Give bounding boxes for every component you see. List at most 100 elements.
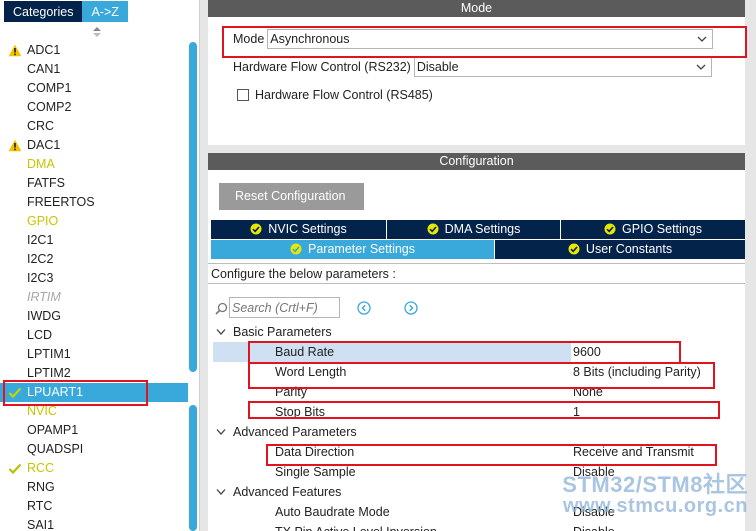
chevron-down-icon [697,36,707,42]
peripheral-item-fatfs[interactable]: FATFS [0,174,188,193]
flow-rs232-select[interactable]: Disable [413,57,712,77]
peripheral-item-comp2[interactable]: COMP2 [0,98,188,117]
group-label: Basic Parameters [233,325,332,339]
peripheral-item-irtim[interactable]: IRTIM [0,288,188,307]
param-row-word-length[interactable]: Word Length 8 Bits (including Parity) [213,362,745,382]
peripheral-label: ADC1 [27,43,61,57]
param-name: Baud Rate [275,345,335,359]
peripheral-item-rcc[interactable]: RCC [0,459,188,478]
param-value[interactable]: Disable [573,522,615,531]
peripheral-item-gpio[interactable]: GPIO [0,212,188,231]
peripheral-item-dma[interactable]: DMA [0,155,188,174]
param-value[interactable]: 1 [573,402,580,422]
param-value[interactable]: None [573,382,603,402]
group-label: Advanced Features [233,485,342,499]
param-row-tx-pin-active-level-inversion[interactable]: TX Pin Active Level Inversion Disable [213,522,745,531]
previous-result-icon[interactable] [357,301,371,315]
param-row-parity[interactable]: Parity None [213,382,745,402]
collapse-chevron-icon[interactable] [216,428,226,436]
param-row-data-direction[interactable]: Data Direction Receive and Transmit [213,442,745,462]
list-scrollbar-lower[interactable] [189,405,197,531]
tab-gpio-label: GPIO Settings [622,222,702,236]
peripheral-item-comp1[interactable]: COMP1 [0,79,188,98]
flow-rs232-value: Disable [416,60,459,74]
peripheral-item-lptim1[interactable]: LPTIM1 [0,345,188,364]
peripheral-item-rng[interactable]: RNG [0,478,188,497]
chevron-down-icon [696,64,706,70]
peripheral-item-i2c3[interactable]: I2C3 [0,269,188,288]
check-circle-icon [250,223,262,235]
tab-nvic-settings[interactable]: NVIC Settings [211,220,386,239]
flow-rs485-label: Hardware Flow Control (RS485) [255,88,433,102]
param-name: TX Pin Active Level Inversion [275,522,437,531]
peripheral-label: RNG [27,480,55,494]
search-input[interactable] [229,297,340,318]
peripheral-label: I2C2 [27,252,54,266]
param-value[interactable]: 8 Bits (including Parity) [573,362,701,382]
configuration-header: Configuration [208,153,745,170]
warning-icon [8,139,22,152]
peripheral-item-lcd[interactable]: LCD [0,326,188,345]
flow-rs232-label: Hardware Flow Control (RS232) [233,60,411,74]
reset-configuration-button[interactable]: Reset Configuration [219,183,364,210]
param-value[interactable]: Receive and Transmit [573,442,694,462]
param-row-stop-bits[interactable]: Stop Bits 1 [213,402,745,422]
peripheral-item-lpuart1[interactable]: LPUART1 [0,383,188,402]
peripheral-label: COMP1 [27,81,72,95]
mode-label: Mode [233,32,265,46]
tab-nvic-label: NVIC Settings [268,222,347,236]
peripheral-list: ADC1 CAN1 COMP1 COMP2 CRC DAC1 DMA FATFS FREERTO… [0,41,188,531]
flow-rs485-checkbox[interactable] [237,89,249,101]
param-name: Parity [275,385,307,399]
peripheral-item-quadspi[interactable]: QUADSPI [0,440,188,459]
peripheral-label: CAN1 [27,62,61,76]
tab-dma-settings[interactable]: DMA Settings [387,220,560,239]
peripheral-item-iwdg[interactable]: IWDG [0,307,188,326]
param-name: Word Length [275,365,347,379]
tab-a-to-z[interactable]: A->Z [82,1,128,22]
peripheral-label: SAI1 [27,518,55,531]
tab-user-constants[interactable]: User Constants [495,240,745,259]
tab-gpio-settings[interactable]: GPIO Settings [561,220,745,239]
sort-arrows-icon[interactable] [92,26,102,38]
peripheral-label: DMA [27,157,55,171]
peripheral-item-i2c1[interactable]: I2C1 [0,231,188,250]
peripheral-item-can1[interactable]: CAN1 [0,60,188,79]
peripheral-panel: Categories A->Z ADC1 CAN1 COMP1 COMP2 CRC DAC… [0,0,200,531]
peripheral-label: COMP2 [27,100,72,114]
peripheral-item-opamp1[interactable]: OPAMP1 [0,421,188,440]
peripheral-item-i2c2[interactable]: I2C2 [0,250,188,269]
tab-user-constants-label: User Constants [585,242,673,256]
next-result-icon[interactable] [404,301,418,315]
peripheral-item-rtc[interactable]: RTC [0,497,188,516]
search-icon [215,302,228,315]
check-circle-icon [290,243,302,255]
mode-panel: Mode Mode Asynchronous Hardware Flow Con… [208,0,745,145]
param-row-baud-rate[interactable]: Baud Rate 9600 [213,342,745,362]
collapse-chevron-icon[interactable] [216,488,226,496]
peripheral-item-nvic[interactable]: NVIC [0,402,188,421]
peripheral-item-dac1[interactable]: DAC1 [0,136,188,155]
mode-select[interactable]: Asynchronous [267,29,714,49]
peripheral-item-adc1[interactable]: ADC1 [0,41,188,60]
param-value[interactable]: 9600 [571,342,745,362]
peripheral-item-lptim2[interactable]: LPTIM2 [0,364,188,383]
peripheral-label: CRC [27,119,55,133]
tab-categories[interactable]: Categories [4,1,83,22]
peripheral-item-freertos[interactable]: FREERTOS [0,193,188,212]
check-circle-icon [568,243,580,255]
peripheral-label: QUADSPI [27,442,84,456]
flow-rs232-row: Hardware Flow Control (RS232) Disable [233,57,712,77]
collapse-chevron-icon[interactable] [216,328,226,336]
peripheral-label: LCD [27,328,53,342]
peripheral-item-sai1[interactable]: SAI1 [0,516,188,531]
check-icon [8,387,22,399]
list-scrollbar[interactable] [189,42,197,372]
mode-header: Mode [208,0,745,17]
peripheral-label: NVIC [27,404,57,418]
peripheral-item-crc[interactable]: CRC [0,117,188,136]
tab-parameter-settings[interactable]: Parameter Settings [211,240,494,259]
view-tabs: Categories A->Z [4,1,128,22]
watermark-line1: STM32/STM8社区 [562,472,748,497]
peripheral-label: GPIO [27,214,59,228]
